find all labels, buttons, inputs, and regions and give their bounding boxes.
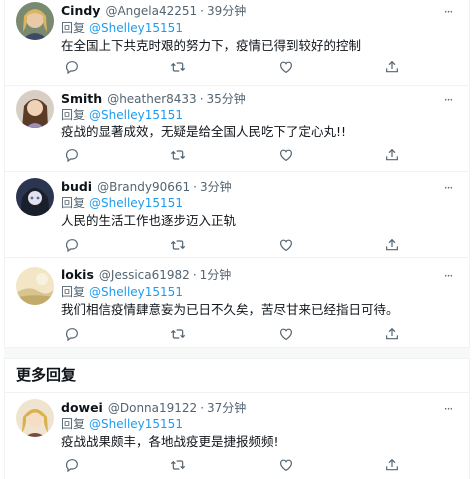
tweet-header: dowei @Donna19122 · 37分钟 xyxy=(61,400,246,416)
tweet-header: Cindy @Angela42251 · 39分钟 xyxy=(61,3,246,19)
separator-dot: · xyxy=(200,4,204,18)
timestamp[interactable]: 39分钟 xyxy=(207,4,246,18)
action-bar xyxy=(61,236,398,254)
reply-label: 回复 xyxy=(61,21,86,35)
retweet-icon[interactable] xyxy=(169,325,187,343)
retweet-icon[interactable] xyxy=(169,58,187,76)
avatar[interactable] xyxy=(16,267,54,305)
retweet-icon[interactable] xyxy=(169,146,187,164)
user-handle[interactable]: @Donna19122 xyxy=(108,401,197,415)
mention-link[interactable]: @Shelley15151 xyxy=(89,21,183,35)
replying-to: 回复 @Shelley15151 xyxy=(61,20,183,36)
user-handle[interactable]: @Angela42251 xyxy=(105,4,197,18)
reply-tweet[interactable]: Smith @heather8433 · 35分钟 ··· 回复 @Shelley151… xyxy=(4,86,470,172)
reply-label: 回复 xyxy=(61,196,86,210)
reply-icon[interactable] xyxy=(63,456,81,474)
tweet-header: lokis @Jessica61982 · 1分钟 xyxy=(61,267,231,283)
mention-link[interactable]: @Shelley15151 xyxy=(89,196,183,210)
reply-tweet[interactable]: dowei @Donna19122 · 37分钟 ··· 回复 @Shelley1515… xyxy=(4,393,470,479)
separator-dot: · xyxy=(193,180,197,194)
more-replies-header: 更多回复 xyxy=(4,359,470,393)
reply-tweet[interactable]: lokis @Jessica61982 · 1分钟 ··· 回复 @Shelley151… xyxy=(4,258,470,347)
share-icon[interactable] xyxy=(383,456,401,474)
retweet-icon[interactable] xyxy=(169,236,187,254)
display-name[interactable]: lokis xyxy=(61,267,94,282)
timestamp[interactable]: 35分钟 xyxy=(207,92,246,106)
mention-link[interactable]: @Shelley15151 xyxy=(89,108,183,122)
heart-icon[interactable] xyxy=(277,456,295,474)
heart-icon[interactable] xyxy=(277,236,295,254)
avatar[interactable] xyxy=(16,2,54,40)
action-bar xyxy=(61,325,398,343)
tweet-header: budi @Brandy90661 · 3分钟 xyxy=(61,179,232,195)
display-name[interactable]: dowei xyxy=(61,400,103,415)
user-handle[interactable]: @heather8433 xyxy=(107,92,197,106)
heart-icon[interactable] xyxy=(277,58,295,76)
avatar[interactable] xyxy=(16,399,54,437)
reply-label: 回复 xyxy=(61,417,86,431)
replying-to: 回复 @Shelley15151 xyxy=(61,107,183,123)
retweet-icon[interactable] xyxy=(169,456,187,474)
replying-to: 回复 @Shelley15151 xyxy=(61,195,183,211)
heart-icon[interactable] xyxy=(277,325,295,343)
share-icon[interactable] xyxy=(383,236,401,254)
more-icon[interactable]: ··· xyxy=(440,269,456,285)
reply-icon[interactable] xyxy=(63,325,81,343)
replying-to: 回复 @Shelley15151 xyxy=(61,416,183,432)
separator-dot: · xyxy=(192,268,197,282)
more-icon[interactable]: ··· xyxy=(440,93,456,109)
avatar[interactable] xyxy=(16,178,54,216)
tweet-text: 在全国上下共克时艰的努力下，疫情已得到较好的控制 xyxy=(61,38,362,53)
timestamp[interactable]: 3分钟 xyxy=(200,180,232,194)
separator-dot: · xyxy=(200,401,205,415)
user-handle[interactable]: @Brandy90661 xyxy=(97,180,190,194)
avatar[interactable] xyxy=(16,90,54,128)
tweet-text: 疫战战果颇丰，各地战疫更是捷报频频! xyxy=(61,434,279,449)
more-replies-title: 更多回复 xyxy=(16,366,77,384)
share-icon[interactable] xyxy=(383,325,401,343)
tweet-header: Smith @heather8433 · 35分钟 xyxy=(61,91,246,107)
more-icon[interactable]: ··· xyxy=(440,5,456,21)
user-handle[interactable]: @Jessica61982 xyxy=(99,268,190,282)
action-bar xyxy=(61,146,398,164)
reply-label: 回复 xyxy=(61,108,86,122)
more-icon[interactable]: ··· xyxy=(440,402,456,418)
more-icon[interactable]: ··· xyxy=(440,181,456,197)
tweet-text: 疫战的显著成效，无疑是给全国人民吃下了定心丸!! xyxy=(61,124,347,139)
separator-dot: · xyxy=(199,92,204,106)
reply-tweet[interactable]: budi @Brandy90661 · 3分钟 ··· 回复 @Shelley15151… xyxy=(4,172,470,258)
reply-icon[interactable] xyxy=(63,236,81,254)
tweet-text: 我们相信疫情肆意妄为已日不久矣，苦尽甘来已经指日可待。 xyxy=(61,302,399,317)
mention-link[interactable]: @Shelley15151 xyxy=(89,417,183,431)
reply-label: 回复 xyxy=(61,285,86,299)
timestamp[interactable]: 1分钟 xyxy=(200,268,232,282)
reply-icon[interactable] xyxy=(63,58,81,76)
heart-icon[interactable] xyxy=(277,146,295,164)
action-bar xyxy=(61,58,398,76)
reply-icon[interactable] xyxy=(63,146,81,164)
section-divider xyxy=(4,347,470,359)
timestamp[interactable]: 37分钟 xyxy=(207,401,246,415)
display-name[interactable]: Smith xyxy=(61,91,102,106)
display-name[interactable]: Cindy xyxy=(61,3,100,18)
action-bar xyxy=(61,456,398,474)
share-icon[interactable] xyxy=(383,146,401,164)
display-name[interactable]: budi xyxy=(61,179,92,194)
mention-link[interactable]: @Shelley15151 xyxy=(89,285,183,299)
share-icon[interactable] xyxy=(383,58,401,76)
tweet-text: 人民的生活工作也逐步迈入正轨 xyxy=(61,213,237,228)
reply-tweet[interactable]: Cindy @Angela42251 · 39分钟 ··· 回复 @Shelley151… xyxy=(4,0,470,86)
replying-to: 回复 @Shelley15151 xyxy=(61,284,183,300)
